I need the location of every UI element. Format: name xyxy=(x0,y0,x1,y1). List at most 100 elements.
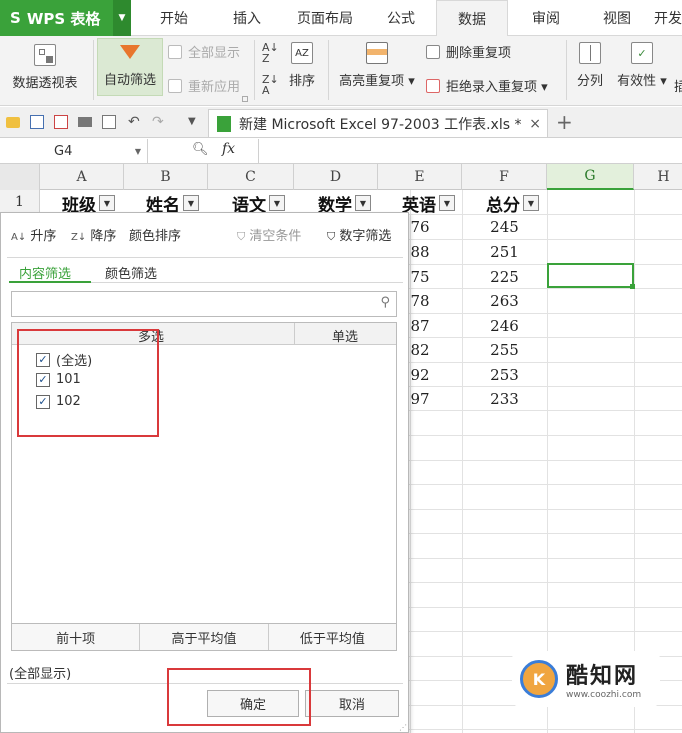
col-header-a[interactable]: A xyxy=(40,164,124,190)
row-header-1[interactable]: 1 xyxy=(0,190,40,214)
fx-icon[interactable]: fx xyxy=(222,141,235,157)
tab-page-layout[interactable]: 页面布局 xyxy=(282,0,368,36)
new-tab-icon[interactable]: + xyxy=(556,110,573,134)
tab-review[interactable]: 审阅 xyxy=(510,0,582,36)
filter-search-input[interactable]: ⚲ xyxy=(11,291,397,317)
cancel-button[interactable]: 取消 xyxy=(305,690,399,717)
top-ten-button[interactable]: 前十项 xyxy=(12,624,141,650)
sort-desc-small-icon: Z↓ xyxy=(71,232,87,243)
validity-check-icon: ✓ xyxy=(631,42,653,64)
tab-data[interactable]: 数据 xyxy=(436,0,508,36)
redo-icon[interactable]: ↷ xyxy=(152,114,164,130)
clear-conditions-button[interactable]: ⛉ 清空条件 xyxy=(237,225,301,244)
more-ribbon-label[interactable]: 插 xyxy=(674,76,682,95)
cell-f8[interactable]: 253 xyxy=(462,363,547,386)
tab-color-filter[interactable]: 颜色筛选 xyxy=(105,263,157,282)
save-icon[interactable] xyxy=(30,115,44,129)
below-average-button[interactable]: 低于平均值 xyxy=(269,624,396,650)
reject-duplicates-icon xyxy=(426,78,440,93)
customize-toolbar-icon[interactable]: ▼ xyxy=(188,116,196,127)
header-cell-english[interactable]: 英语 ▼ xyxy=(402,191,455,216)
highlight-duplicates-button[interactable]: 高亮重复项 ▾ xyxy=(334,42,420,89)
sort-asc-icon[interactable]: A↓ Z xyxy=(262,42,279,64)
resize-grip-icon[interactable]: ⋰ xyxy=(399,723,407,732)
name-box[interactable]: G4 ▼ xyxy=(0,139,148,163)
single-select-header[interactable]: 单选 xyxy=(332,326,358,345)
auto-filter-button[interactable]: 自动筛选 xyxy=(97,38,163,96)
cell-f2[interactable]: 245 xyxy=(462,215,547,239)
highlight-annotation-box xyxy=(17,329,159,437)
pivot-table-button[interactable]: 数据透视表 xyxy=(6,44,84,91)
filter-dropdown-icon[interactable]: ▼ xyxy=(183,195,199,211)
filter-dropdown-icon[interactable]: ▼ xyxy=(439,195,455,211)
cell-e5[interactable]: 78 xyxy=(410,289,430,313)
select-all-corner[interactable] xyxy=(0,164,40,190)
close-tab-icon[interactable]: × xyxy=(529,116,541,132)
cell-f3[interactable]: 251 xyxy=(462,240,547,264)
cell-e4[interactable]: 75 xyxy=(410,265,430,288)
wps-app-menu-button[interactable]: S WPS 表格 ▼ xyxy=(0,0,131,36)
reject-duplicates-button[interactable]: 拒绝录入重复项 ▾ xyxy=(426,76,548,95)
tab-developer[interactable]: 开发 xyxy=(654,0,682,36)
document-tab[interactable]: 新建 Microsoft Excel 97-2003 工作表.xls * × xyxy=(208,109,548,137)
undo-icon[interactable]: ↶ xyxy=(128,114,140,130)
cell-e8[interactable]: 92 xyxy=(410,363,430,386)
reapply-button[interactable]: 重新应用 xyxy=(168,76,240,95)
tab-content-filter[interactable]: 内容筛选 xyxy=(19,263,71,282)
header-cell-total[interactable]: 总分 ▼ xyxy=(486,191,539,216)
filter-group-expand-icon[interactable] xyxy=(242,96,248,102)
cell-e3[interactable]: 88 xyxy=(410,240,430,264)
text-to-columns-button[interactable]: 分列 xyxy=(572,42,608,89)
sort-desc-icon[interactable]: Z↓ A xyxy=(262,74,279,96)
sort-ascending-button[interactable]: A↓ 升序 xyxy=(11,225,56,244)
cell-f9[interactable]: 233 xyxy=(462,387,547,410)
col-header-d[interactable]: D xyxy=(294,164,378,190)
tab-insert[interactable]: 插入 xyxy=(212,0,282,36)
filter-dropdown-icon[interactable]: ▼ xyxy=(269,195,285,211)
search-icon[interactable]: ⚲ xyxy=(380,295,390,310)
tab-formulas[interactable]: 公式 xyxy=(368,0,434,36)
selected-cell-g4[interactable] xyxy=(547,263,634,288)
print-preview-icon[interactable] xyxy=(102,115,116,129)
color-sort-button[interactable]: 颜色排序 xyxy=(129,225,181,244)
filter-dropdown-icon[interactable]: ▼ xyxy=(355,195,371,211)
tab-view[interactable]: 视图 xyxy=(584,0,650,36)
cell-e6[interactable]: 87 xyxy=(410,314,430,337)
cell-f5[interactable]: 263 xyxy=(462,289,547,313)
open-folder-icon[interactable] xyxy=(6,117,20,128)
filter-dropdown-icon[interactable]: ▼ xyxy=(523,195,539,211)
filter-dropdown-icon[interactable]: ▼ xyxy=(99,195,115,211)
show-all-button[interactable]: 全部显示 xyxy=(168,42,240,61)
active-tab-underline xyxy=(9,281,91,283)
split-columns-icon xyxy=(579,42,601,64)
col-header-f[interactable]: F xyxy=(462,164,547,190)
pivot-table-label: 数据透视表 xyxy=(12,76,78,91)
number-filter-button[interactable]: ⛉ 数字筛选 xyxy=(327,225,391,244)
export-pdf-icon[interactable] xyxy=(54,115,68,129)
delete-duplicates-button[interactable]: 删除重复项 xyxy=(426,42,511,61)
col-header-b[interactable]: B xyxy=(124,164,208,190)
cell-f6[interactable]: 246 xyxy=(462,314,547,337)
sort-descending-button[interactable]: Z↓ 降序 xyxy=(71,225,116,244)
reapply-label: 重新应用 xyxy=(188,80,241,95)
data-validity-button[interactable]: ✓ 有效性 ▾ xyxy=(612,42,672,89)
col-header-c[interactable]: C xyxy=(208,164,294,190)
cell-e2[interactable]: 76 xyxy=(410,215,430,239)
cell-e7[interactable]: 82 xyxy=(410,338,430,362)
col-header-h[interactable]: H xyxy=(634,164,682,190)
fill-handle[interactable] xyxy=(630,284,635,289)
app-menu-dropdown-icon[interactable]: ▼ xyxy=(113,0,131,36)
col-header-e[interactable]: E xyxy=(378,164,462,190)
cell-e9[interactable]: 97 xyxy=(410,387,430,410)
print-icon[interactable] xyxy=(78,117,92,127)
watermark-brand: 酷知网 xyxy=(566,664,639,689)
formula-input[interactable] xyxy=(259,139,682,163)
sort-button[interactable]: AZ 排序 xyxy=(284,42,320,89)
zoom-search-icon[interactable]: 🔍︎ xyxy=(192,142,209,157)
tab-home[interactable]: 开始 xyxy=(136,0,212,36)
name-box-dropdown-icon[interactable]: ▼ xyxy=(135,147,141,156)
cell-f4[interactable]: 225 xyxy=(462,265,547,288)
cell-f7[interactable]: 255 xyxy=(462,338,547,362)
col-header-g[interactable]: G xyxy=(547,164,634,190)
above-average-button[interactable]: 高于平均值 xyxy=(140,624,269,650)
